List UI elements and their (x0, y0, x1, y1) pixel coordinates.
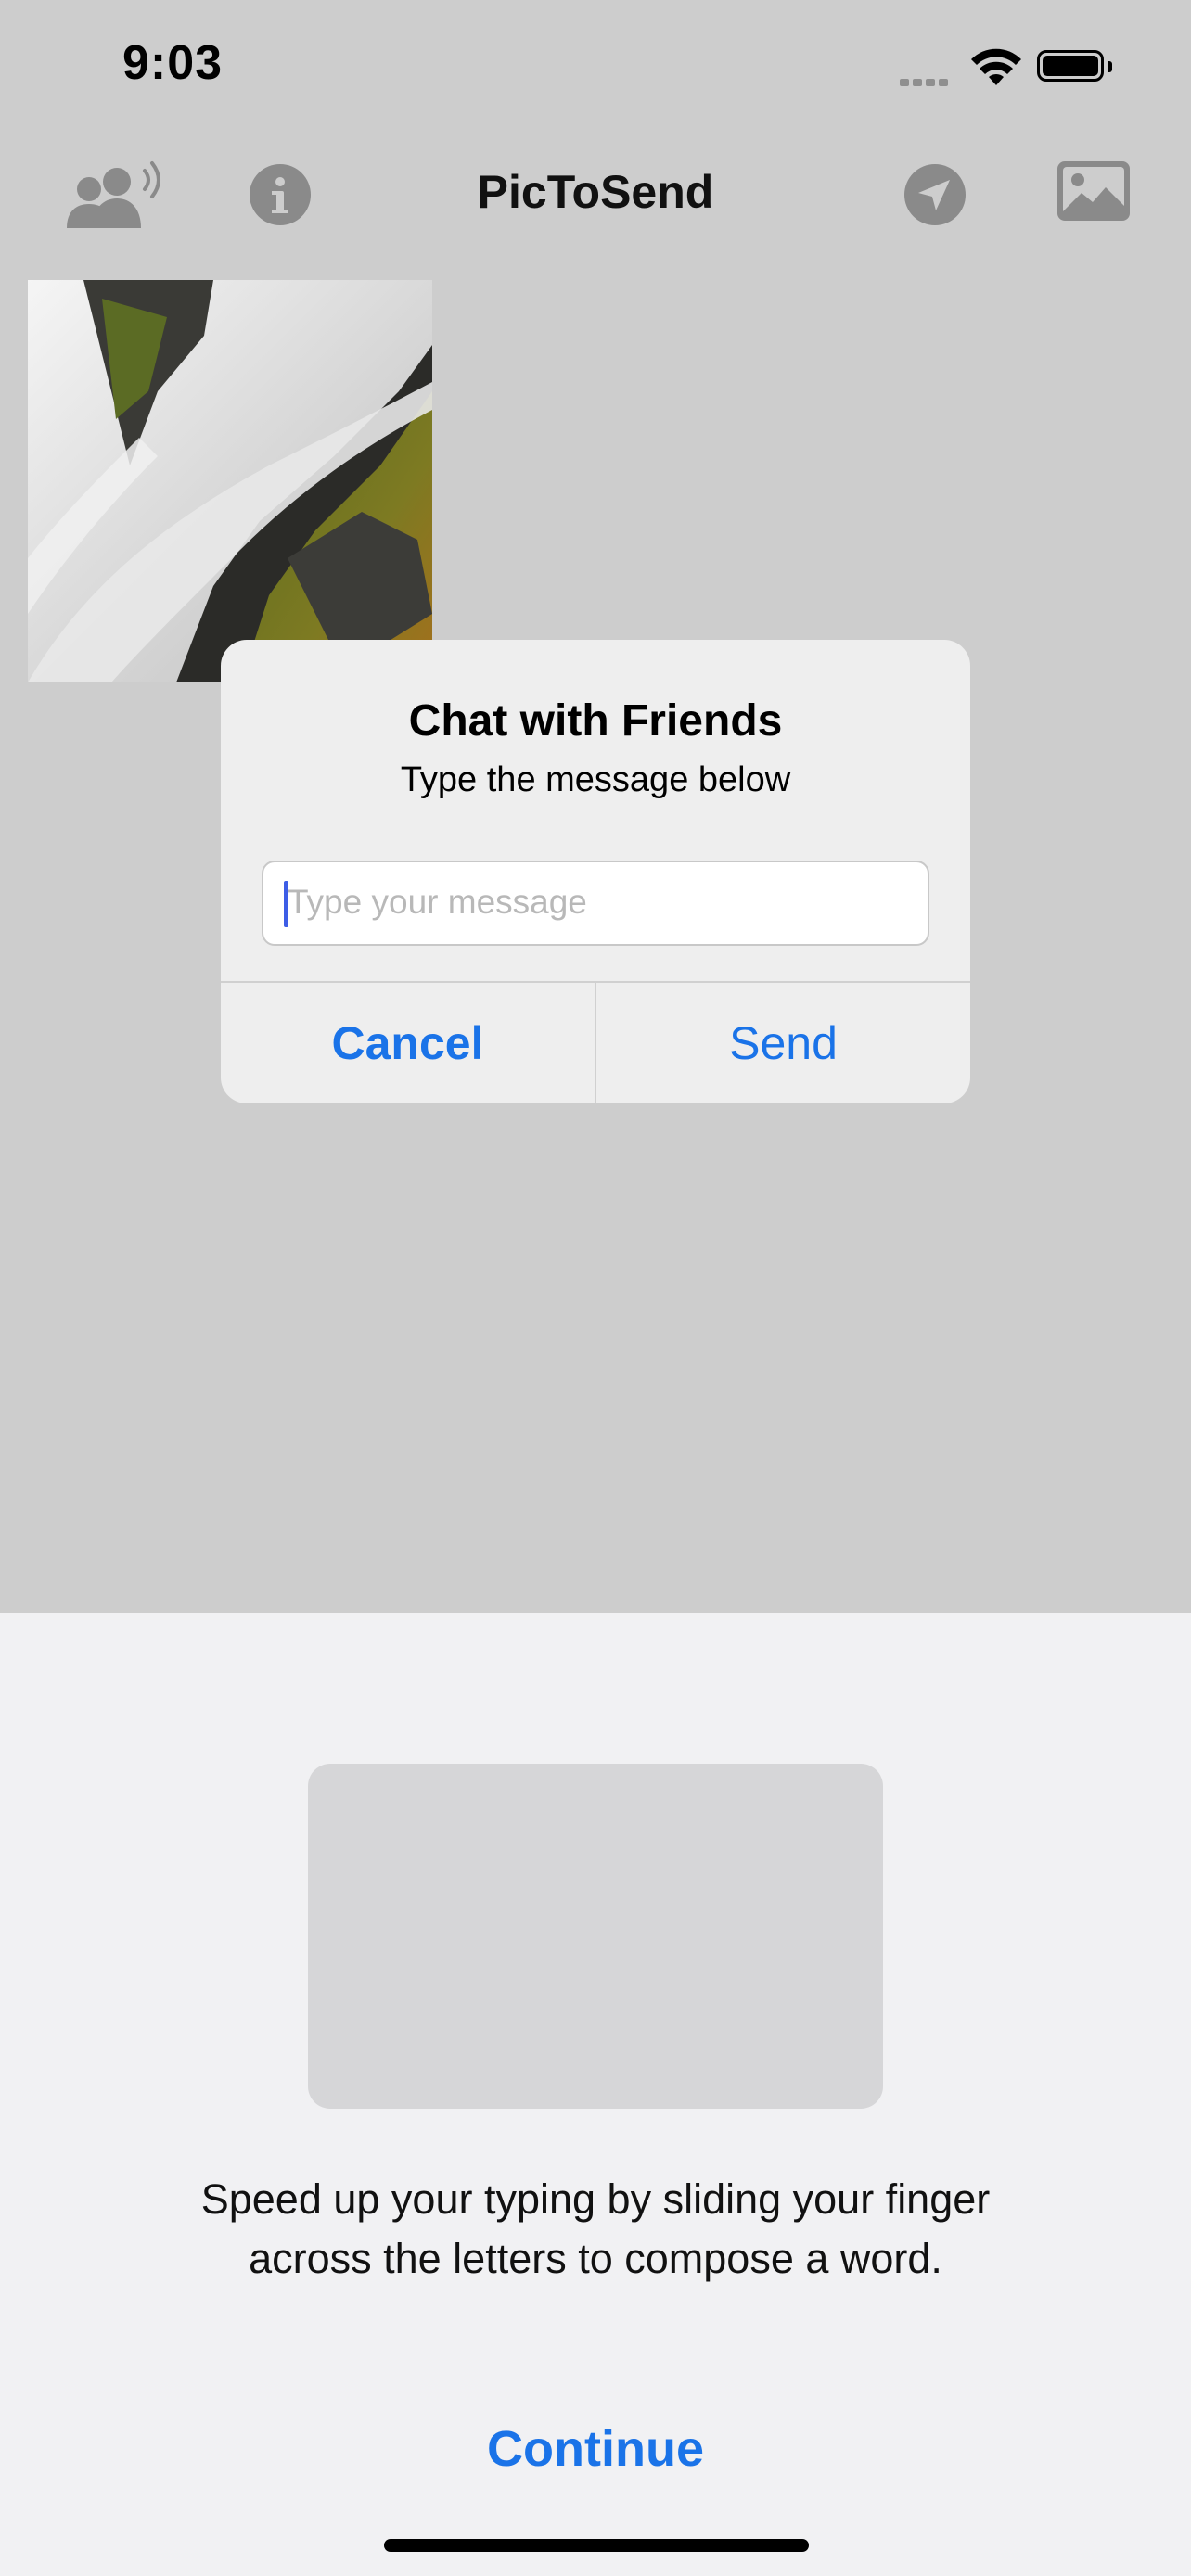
swipe-typing-sheet: Speed up your typing by sliding your fin… (0, 1613, 1191, 2576)
continue-button[interactable]: Continue (0, 2420, 1191, 2478)
battery-icon (1037, 50, 1112, 82)
swipe-typing-preview (308, 1764, 883, 2109)
cellular-signal-icon (900, 74, 952, 91)
alert-title: Chat with Friends (408, 696, 783, 746)
status-time: 9:03 (122, 36, 224, 90)
status-bar: 9:03 (0, 0, 1191, 130)
navigation-bar: PicToSend (0, 139, 1191, 250)
chat-alert-dialog: Chat with Friends Type the message below… (221, 640, 970, 1103)
wifi-icon (971, 48, 1021, 85)
waterfall-photo[interactable] (28, 280, 432, 682)
swipe-typing-line-1: Speed up your typing by sliding your fin… (200, 2175, 991, 2223)
send-button[interactable]: Send (596, 983, 970, 1103)
nav-title: PicToSend (477, 166, 714, 218)
home-indicator[interactable] (384, 2539, 809, 2552)
swipe-typing-line-2: across the letters to compose a word. (249, 2235, 942, 2282)
message-input-placeholder: Type your message (288, 883, 587, 921)
swipe-typing-description: Speed up your typing by sliding your fin… (0, 2170, 1191, 2289)
send-location-icon[interactable] (903, 163, 967, 226)
alert-message: Type the message below (400, 760, 791, 799)
cancel-button[interactable]: Cancel (221, 983, 595, 1103)
message-input[interactable]: Type your message (262, 861, 929, 946)
photo-icon[interactable] (1057, 161, 1130, 221)
